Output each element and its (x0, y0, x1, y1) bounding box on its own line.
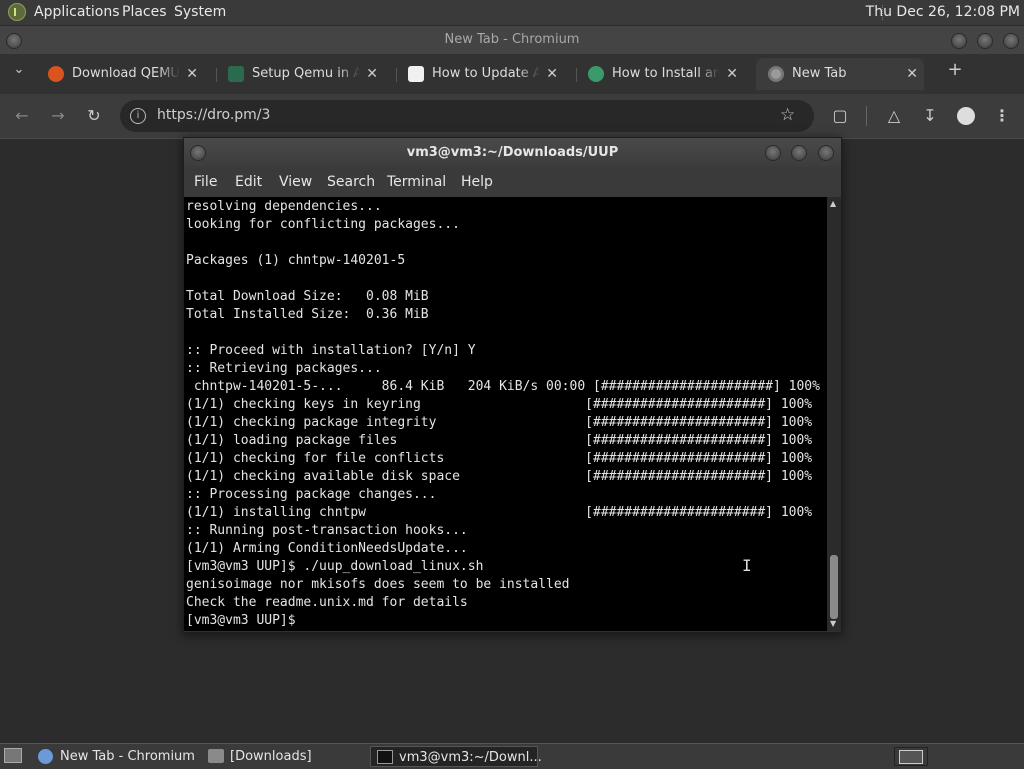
tab-close-icon[interactable]: ✕ (546, 58, 558, 90)
tab-how-to-install[interactable]: How to Install and ✕ (576, 58, 744, 90)
download-icon[interactable]: ↧ (919, 105, 941, 127)
show-desktop-icon[interactable] (4, 748, 22, 763)
window-menu-button[interactable] (190, 145, 206, 161)
tab-close-icon[interactable]: ✕ (366, 58, 378, 90)
workspace-switcher[interactable] (894, 747, 928, 766)
extensions-icon[interactable]: ▢ (829, 105, 851, 127)
distro-logo-icon[interactable] (8, 3, 26, 21)
address-bar[interactable]: i https://dro.pm/3 ☆ (120, 100, 814, 132)
url-text[interactable]: https://dro.pm/3 (157, 107, 270, 123)
terminal-icon (377, 750, 393, 764)
task-chromium[interactable]: New Tab - Chromium (32, 746, 202, 767)
tab-setup-qemu[interactable]: Setup Qemu in Arch ✕ (216, 58, 384, 90)
terminal-output[interactable]: resolving dependencies... looking for co… (184, 197, 827, 631)
tab-strip: ⌄ Download QEMU - ✕ Setup Qemu in Arch ✕… (0, 54, 1024, 94)
top-panel: Applications Places System Thu Dec 26, 1… (0, 0, 1024, 26)
back-icon[interactable]: ← (11, 105, 33, 127)
new-tab-plus-icon[interactable]: + (944, 59, 966, 81)
labs-flask-icon[interactable]: △ (883, 105, 905, 127)
scroll-up-icon[interactable]: ▲ (830, 199, 836, 208)
menu-terminal[interactable]: Terminal (387, 174, 446, 190)
workspace-1[interactable] (899, 750, 923, 764)
maximize-button[interactable] (977, 33, 993, 49)
tab-close-icon[interactable]: ✕ (906, 58, 918, 90)
tab-search-chevron-icon[interactable]: ⌄ (8, 59, 30, 81)
forward-icon[interactable]: → (47, 105, 69, 127)
folder-icon (208, 749, 224, 763)
minimize-button[interactable] (951, 33, 967, 49)
window-menu-button[interactable] (6, 33, 22, 49)
tab-close-icon[interactable]: ✕ (186, 58, 198, 90)
applications-menu[interactable]: Applications (34, 4, 120, 20)
chromium-icon (38, 749, 53, 764)
task-terminal[interactable]: vm3@vm3:~/Downl... (370, 746, 542, 767)
tab-close-icon[interactable]: ✕ (726, 58, 738, 90)
terminal-menubar: File Edit View Search Terminal Help (184, 167, 841, 197)
clock[interactable]: Thu Dec 26, 12:08 PM (866, 4, 1020, 20)
terminal-scrollbar[interactable]: ▲ ▼ (827, 197, 841, 631)
places-menu[interactable]: Places (122, 4, 167, 20)
terminal-title: vm3@vm3:~/Downloads/UUP (406, 145, 619, 160)
text-cursor-icon: I (742, 556, 752, 575)
minimize-button[interactable] (765, 145, 781, 161)
browser-toolbar: ← → ↻ i https://dro.pm/3 ☆ ▢ △ ↧ ⋮ (0, 94, 1024, 138)
tab-new-tab[interactable]: New Tab ✕ (756, 58, 924, 90)
bookmark-star-icon[interactable]: ☆ (780, 105, 795, 125)
menu-edit[interactable]: Edit (235, 174, 262, 190)
reload-icon[interactable]: ↻ (83, 105, 105, 127)
menu-help[interactable]: Help (461, 174, 493, 190)
close-window-button[interactable] (1003, 33, 1019, 49)
system-menu[interactable]: System (174, 4, 226, 20)
menu-view[interactable]: View (279, 174, 312, 190)
scrollbar-thumb[interactable] (830, 555, 838, 619)
terminal-text: resolving dependencies... looking for co… (186, 199, 820, 628)
qemu-icon (48, 66, 64, 82)
site-icon (408, 66, 424, 82)
menu-search[interactable]: Search (327, 174, 375, 190)
tab-how-to-update[interactable]: How to Update Arch ✕ (396, 58, 564, 90)
window-title: New Tab - Chromium (444, 32, 580, 47)
terminal-titlebar[interactable]: vm3@vm3:~/Downloads/UUP (184, 138, 841, 167)
site-info-icon[interactable]: i (130, 108, 146, 124)
bottom-panel: New Tab - Chromium [Downloads] vm3@vm3:~… (0, 743, 1024, 769)
maximize-button[interactable] (791, 145, 807, 161)
scroll-down-icon[interactable]: ▼ (830, 619, 836, 628)
more-menu-icon[interactable]: ⋮ (991, 105, 1013, 127)
profile-avatar-icon[interactable] (957, 107, 975, 125)
chromium-titlebar[interactable]: New Tab - Chromium (0, 26, 1024, 54)
site-icon (588, 66, 604, 82)
tab-download-qemu[interactable]: Download QEMU - ✕ (36, 58, 204, 90)
site-icon (228, 66, 244, 82)
task-downloads[interactable]: [Downloads] (202, 746, 368, 767)
chromium-icon (768, 66, 784, 82)
close-window-button[interactable] (818, 145, 834, 161)
menu-file[interactable]: File (194, 174, 217, 190)
